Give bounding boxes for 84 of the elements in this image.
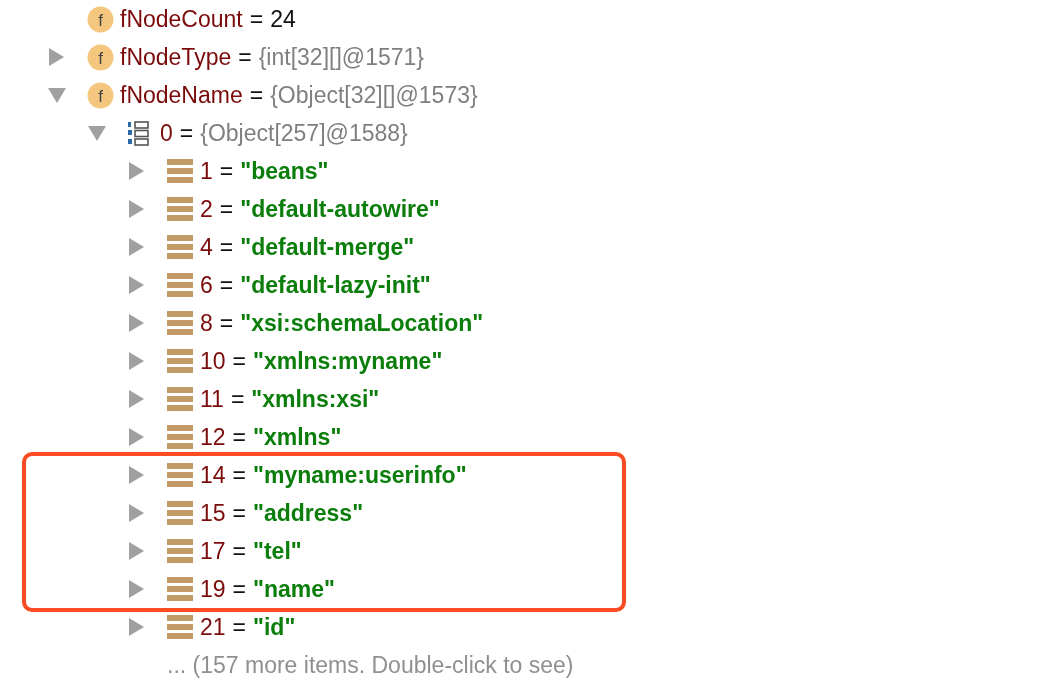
variable-value: "beans" <box>240 157 329 185</box>
equals-sign: = <box>219 157 234 185</box>
variable-value: "xmlns:xsi" <box>251 385 380 413</box>
equals-sign: = <box>232 347 247 375</box>
collapse-arrow-icon[interactable] <box>48 87 66 103</box>
equals-sign: = <box>232 461 247 489</box>
equals-sign: = <box>219 195 234 223</box>
variable-name: 8 <box>200 309 213 337</box>
stack-icon <box>167 463 193 487</box>
variable-name: fNodeName <box>120 81 243 109</box>
expand-arrow-icon[interactable] <box>128 618 144 636</box>
variable-name: 10 <box>200 347 226 375</box>
stack-icon <box>167 501 193 525</box>
variable-value: "tel" <box>253 537 302 565</box>
expand-arrow-icon[interactable] <box>128 580 144 598</box>
variable-name: 17 <box>200 537 226 565</box>
variable-value: {Object[257]@1588} <box>200 119 408 147</box>
expand-arrow-icon[interactable] <box>128 542 144 560</box>
variable-name: 19 <box>200 575 226 603</box>
variable-name: 2 <box>200 195 213 223</box>
collapse-arrow-icon[interactable] <box>88 125 106 141</box>
variable-value: "default-lazy-init" <box>240 271 431 299</box>
variable-value: {int[32][]@1571} <box>258 43 424 71</box>
equals-sign: = <box>249 5 264 33</box>
equals-sign: = <box>232 423 247 451</box>
stack-icon <box>167 615 193 639</box>
stack-icon <box>167 387 193 411</box>
stack-icon <box>167 349 193 373</box>
expand-arrow-icon[interactable] <box>48 48 64 66</box>
variable-value: "address" <box>253 499 364 527</box>
expand-arrow-icon[interactable] <box>128 238 144 256</box>
variable-name: 12 <box>200 423 226 451</box>
equals-sign: = <box>232 499 247 527</box>
variable-name: 0 <box>160 119 173 147</box>
stack-icon <box>167 235 193 259</box>
equals-sign: = <box>219 233 234 261</box>
variable-name: fNodeCount <box>120 5 243 33</box>
stack-icon <box>167 311 193 335</box>
expand-arrow-icon[interactable] <box>128 200 144 218</box>
variable-name: fNodeType <box>120 43 232 71</box>
stack-icon <box>167 539 193 563</box>
equals-sign: = <box>238 43 252 71</box>
variable-value: "default-merge" <box>240 233 415 261</box>
stack-icon <box>167 425 193 449</box>
variable-value: 24 <box>270 5 296 33</box>
variable-name: 14 <box>200 461 226 489</box>
equals-sign: = <box>232 613 247 641</box>
expand-arrow-icon[interactable] <box>128 390 144 408</box>
variable-value: "id" <box>253 613 296 641</box>
equals-sign: = <box>232 575 247 603</box>
variable-value: {Object[32][]@1573} <box>270 81 478 109</box>
equals-sign: = <box>230 385 245 413</box>
equals-sign: = <box>179 119 194 147</box>
equals-sign: = <box>249 81 264 109</box>
variable-name: 15 <box>200 499 226 527</box>
stack-icon <box>167 577 193 601</box>
variable-name: 4 <box>200 233 213 261</box>
variable-name: 6 <box>200 271 213 299</box>
variable-name: 11 <box>200 385 224 413</box>
expand-arrow-icon[interactable] <box>128 504 144 522</box>
equals-sign: = <box>219 309 234 337</box>
expand-arrow-icon[interactable] <box>128 466 144 484</box>
variable-name: 1 <box>200 157 213 185</box>
field-icon: f <box>87 43 114 71</box>
stack-icon <box>167 197 193 221</box>
stack-icon <box>167 159 193 183</box>
expand-arrow-icon[interactable] <box>128 428 144 446</box>
variable-value: "myname:userinfo" <box>253 461 467 489</box>
expand-arrow-icon[interactable] <box>128 314 144 332</box>
expand-arrow-icon[interactable] <box>128 276 144 294</box>
equals-sign: = <box>219 271 234 299</box>
more-items-link[interactable]: ... (157 more items. Double-click to see) <box>167 651 574 679</box>
equals-sign: = <box>232 537 247 565</box>
variable-value: "name" <box>253 575 335 603</box>
variable-name: 21 <box>200 613 226 641</box>
expand-arrow-icon[interactable] <box>128 162 144 180</box>
variable-value: "xmlns:myname" <box>253 347 443 375</box>
field-icon: f <box>87 81 114 109</box>
field-icon: f <box>87 5 114 33</box>
expand-arrow-icon[interactable] <box>128 352 144 370</box>
variable-value: "default-autowire" <box>240 195 440 223</box>
stack-icon <box>167 273 193 297</box>
variable-value: "xmlns" <box>253 423 342 451</box>
variable-value: "xsi:schemaLocation" <box>240 309 484 337</box>
